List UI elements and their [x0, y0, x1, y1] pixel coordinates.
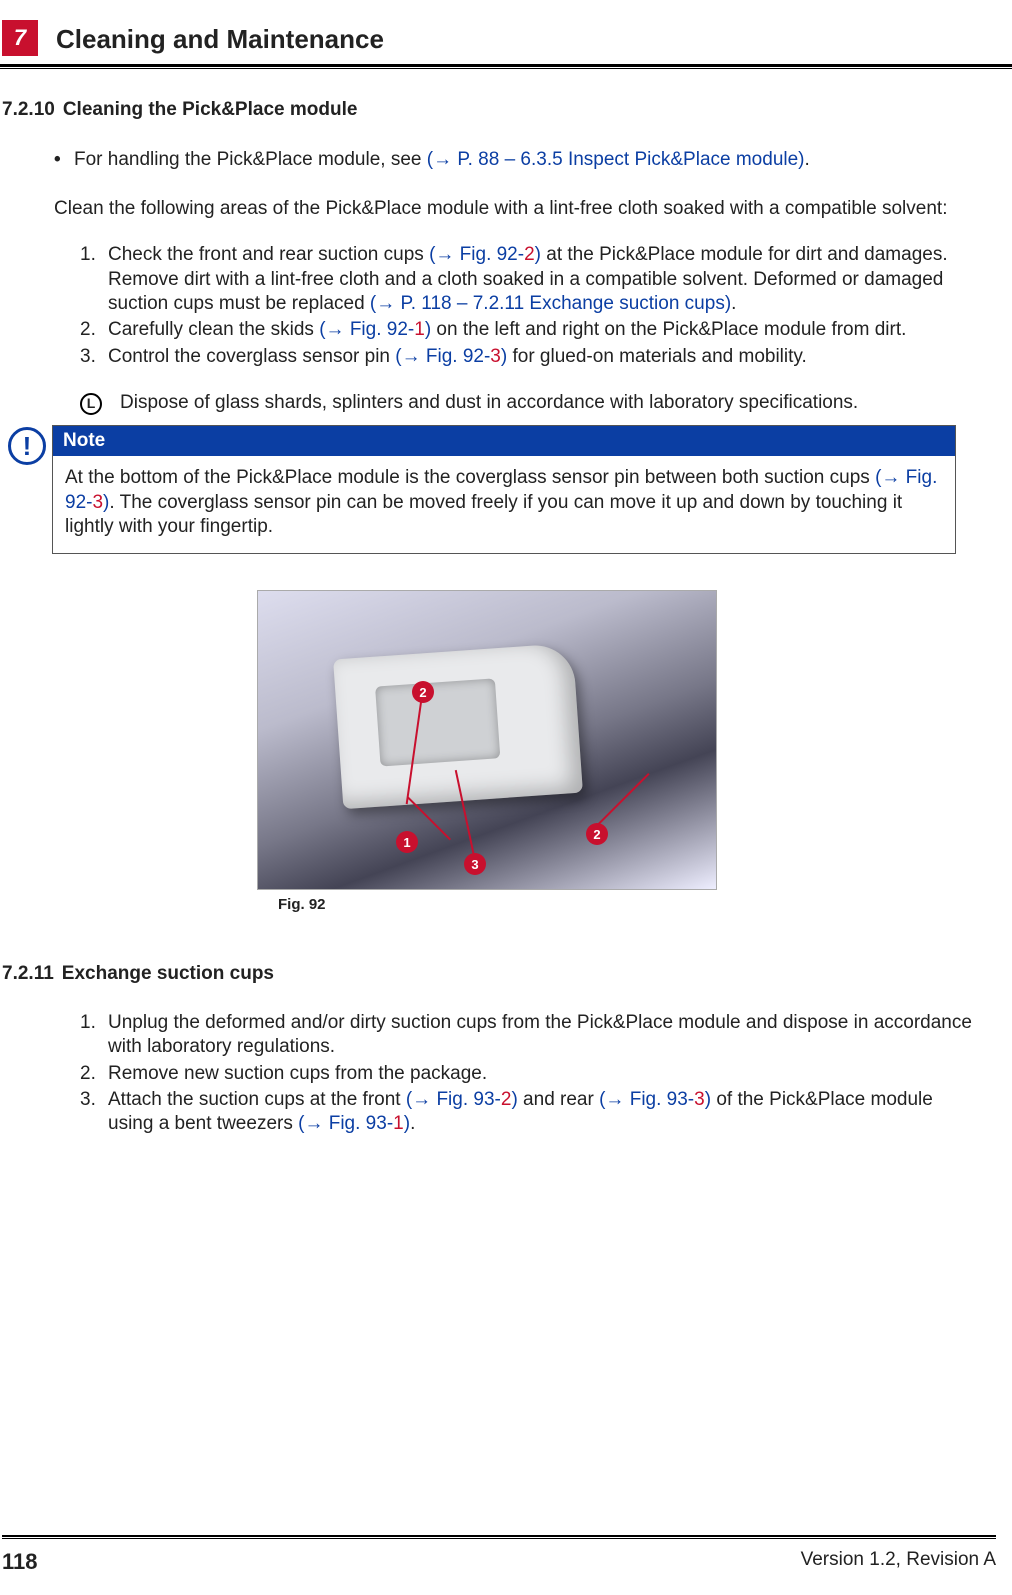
footer-rule: [2, 1535, 996, 1537]
intro-paragraph: Clean the following areas of the Pick&Pl…: [54, 197, 972, 221]
section-heading-7210: 7.2.10 Cleaning the Pick&Place module: [2, 99, 972, 121]
figure-caption: Fig. 92: [278, 896, 326, 913]
crossref-link[interactable]: (→ P. 118 – 7.2.11 Exchange suction cups…: [370, 293, 731, 314]
version-text: Version 1.2, Revision A: [801, 1549, 996, 1575]
callout-number: 3: [92, 492, 103, 513]
header-rule-thick: [0, 64, 1012, 67]
text: For handling the Pick&Place module, see: [74, 149, 427, 170]
list-text: Attach the suction cups at the front (→ …: [108, 1088, 972, 1137]
text: and rear: [518, 1089, 599, 1110]
note-table: Note At the bottom of the Pick&Place mod…: [52, 425, 956, 554]
note-body: At the bottom of the Pick&Place module i…: [53, 456, 955, 553]
list-text: Carefully clean the skids (→ Fig. 92‑1) …: [108, 318, 906, 342]
text: .: [805, 149, 810, 170]
crossref-link[interactable]: (→ Fig. 92‑2): [429, 244, 541, 265]
callout-line: [592, 773, 650, 831]
list-number: 1.: [80, 1011, 108, 1060]
steps-list: 1. Unplug the deformed and/or dirty suct…: [54, 1011, 972, 1137]
page-header: 7 Cleaning and Maintenance: [0, 0, 1012, 56]
figure-92: 2 1 3 2 Fig. 92: [2, 590, 972, 913]
info-text: Dispose of glass shards, splinters and d…: [120, 391, 858, 415]
bullet-text: For handling the Pick&Place module, see …: [74, 149, 810, 171]
page-number: 118: [2, 1549, 38, 1575]
list-number: 3.: [80, 1088, 108, 1137]
section-7211-body: 1. Unplug the deformed and/or dirty suct…: [54, 1011, 972, 1137]
crossref-link[interactable]: (→ Fig. 93‑3): [599, 1089, 711, 1110]
callout-number: 3: [490, 346, 501, 367]
page-content: 7.2.10 Cleaning the Pick&Place module • …: [0, 69, 1012, 1137]
bullet-dot: •: [54, 149, 66, 171]
text: (→ Fig. 92‑: [319, 319, 414, 340]
footer-row: 118 Version 1.2, Revision A: [2, 1539, 996, 1575]
text: (→ Fig. 92‑: [395, 346, 490, 367]
section-title: Cleaning the Pick&Place module: [63, 99, 358, 121]
text: (→ Fig. 92‑: [429, 244, 524, 265]
list-number: 3.: [80, 345, 108, 369]
crossref-link[interactable]: (→ P. 88 – 6.3.5 Inspect Pick&Place modu…: [427, 149, 805, 170]
figure-image: 2 1 3 2: [257, 590, 717, 890]
list-number: 2.: [80, 1062, 108, 1086]
figure-callout: 2: [412, 681, 434, 703]
callout-number: 1: [414, 319, 425, 340]
callout-number: 2: [501, 1089, 512, 1110]
bullet-item: • For handling the Pick&Place module, se…: [54, 149, 972, 171]
figure-callout: 2: [586, 823, 608, 845]
section-7210-body: • For handling the Pick&Place module, se…: [54, 149, 972, 415]
text: .: [410, 1113, 415, 1134]
list-number: 2.: [80, 318, 108, 342]
callout-number: 1: [393, 1113, 404, 1134]
section-heading-7211: 7.2.11 Exchange suction cups: [2, 963, 972, 985]
figure-callout: 3: [464, 853, 486, 875]
text: . The coverglass sensor pin can be moved…: [65, 492, 902, 537]
section-title: Exchange suction cups: [62, 963, 274, 985]
text: (→ Fig. 93‑: [298, 1113, 393, 1134]
list-item: 1. Check the front and rear suction cups…: [80, 243, 972, 316]
steps-list: 1. Check the front and rear suction cups…: [54, 243, 972, 369]
section-number: 7.2.11: [2, 963, 54, 985]
list-number: 1.: [80, 243, 108, 316]
text: Check the front and rear suction cups: [108, 244, 429, 265]
list-text: Check the front and rear suction cups (→…: [108, 243, 972, 316]
list-item: 2. Carefully clean the skids (→ Fig. 92‑…: [80, 318, 972, 342]
note-header: Note: [53, 426, 955, 456]
text: (→ Fig. 93‑: [406, 1089, 501, 1110]
crossref-link[interactable]: (→ Fig. 92‑1): [319, 319, 431, 340]
info-icon: L: [80, 393, 102, 415]
crossref-link[interactable]: (→ Fig. 92‑3): [395, 346, 507, 367]
figure-callout: 1: [396, 831, 418, 853]
callout-number: 3: [694, 1089, 705, 1110]
page-footer: 118 Version 1.2, Revision A: [0, 1535, 1012, 1575]
text: At the bottom of the Pick&Place module i…: [65, 467, 875, 488]
text: Carefully clean the skids: [108, 319, 319, 340]
list-text: Remove new suction cups from the package…: [108, 1062, 487, 1086]
note-box: ! Note At the bottom of the Pick&Place m…: [8, 425, 966, 554]
list-item: 1. Unplug the deformed and/or dirty suct…: [80, 1011, 972, 1060]
list-text: Control the coverglass sensor pin (→ Fig…: [108, 345, 807, 369]
chapter-title: Cleaning and Maintenance: [56, 20, 384, 55]
callout-number: 2: [524, 244, 535, 265]
list-item: 3. Control the coverglass sensor pin (→ …: [80, 345, 972, 369]
text: Attach the suction cups at the front: [108, 1089, 406, 1110]
list-item: 2. Remove new suction cups from the pack…: [80, 1062, 972, 1086]
info-note: L Dispose of glass shards, splinters and…: [80, 391, 972, 415]
text: .: [731, 293, 736, 314]
text: Control the coverglass sensor pin: [108, 346, 395, 367]
section-number: 7.2.10: [2, 99, 55, 121]
chapter-number-badge: 7: [2, 20, 38, 56]
list-item: 3. Attach the suction cups at the front …: [80, 1088, 972, 1137]
text: on the left and right on the Pick&Place …: [431, 319, 906, 340]
crossref-link[interactable]: (→ Fig. 93‑2): [406, 1089, 518, 1110]
text: for glued-on materials and mobility.: [507, 346, 807, 367]
crossref-link[interactable]: (→ Fig. 93‑1): [298, 1113, 410, 1134]
list-text: Unplug the deformed and/or dirty suction…: [108, 1011, 972, 1060]
text: (→ Fig. 93‑: [599, 1089, 694, 1110]
note-icon: !: [8, 427, 46, 465]
